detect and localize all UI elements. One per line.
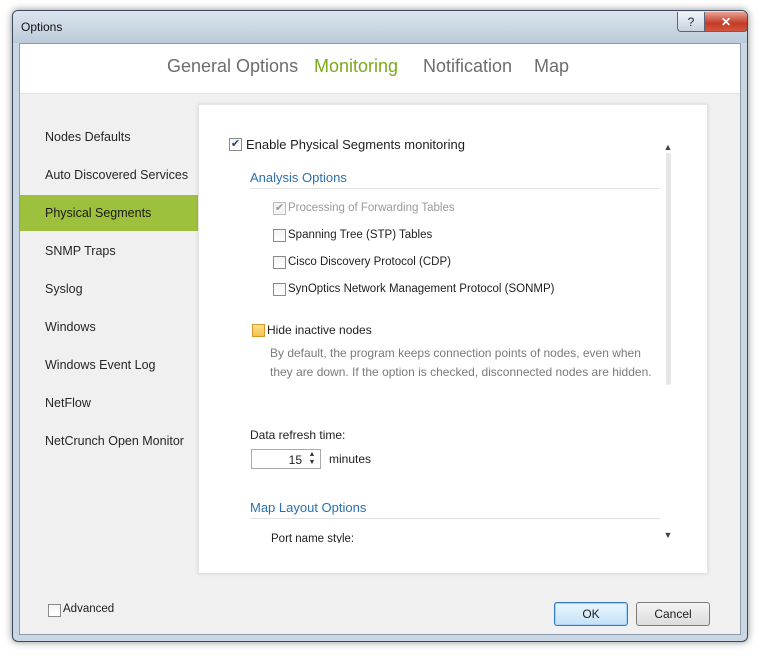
tab-general-options[interactable]: General Options	[167, 56, 298, 77]
port-name-style-clip: Port name style:	[271, 529, 471, 543]
sidebar-item-snmp-traps[interactable]: SNMP Traps	[20, 233, 200, 269]
stp-tables-checkbox[interactable]	[273, 229, 286, 242]
enable-monitoring-label: Enable Physical Segments monitoring	[246, 137, 465, 152]
settings-panel: ✔ Enable Physical Segments monitoring An…	[198, 104, 708, 574]
close-button[interactable]: ✕	[704, 12, 747, 32]
sidebar-item-label: Windows	[45, 320, 96, 334]
hide-inactive-description: By default, the program keeps connection…	[270, 346, 652, 379]
analysis-options-heading: Analysis Options	[250, 170, 347, 185]
sidebar-item-netcrunch-open-monitor[interactable]: NetCrunch Open Monitor	[20, 423, 200, 459]
refresh-time-stepper[interactable]: 15 ▲ ▼	[251, 449, 321, 469]
sidebar-item-label: Auto Discovered Services	[45, 168, 189, 182]
refresh-unit-label: minutes	[329, 452, 372, 466]
sidebar-item-syslog[interactable]: Syslog	[20, 271, 200, 307]
sidebar-item-label: Physical Segments	[45, 206, 152, 220]
tab-notification[interactable]: Notification	[423, 56, 512, 77]
sidebar-item-label: SNMP Traps	[45, 244, 116, 258]
dialog-client-area: General Options Monitoring Notification …	[19, 43, 741, 635]
port-name-style-label: Port name style:	[271, 533, 355, 543]
tab-monitoring[interactable]: Monitoring	[314, 56, 398, 77]
scroll-up-icon[interactable]: ▲	[662, 141, 674, 153]
ok-button[interactable]: OK	[554, 602, 628, 626]
hide-inactive-label: Hide inactive nodes	[267, 323, 372, 337]
sidebar-item-windows[interactable]: Windows	[20, 309, 200, 345]
advanced-label: Advanced	[63, 603, 115, 615]
sidebar-item-windows-event-log[interactable]: Windows Event Log	[20, 347, 200, 383]
window-title: Options	[21, 20, 63, 34]
sidebar-item-label: NetFlow	[45, 396, 91, 410]
help-icon: ?	[687, 14, 695, 29]
scrollbar-thumb[interactable]	[666, 153, 671, 385]
help-button[interactable]: ?	[677, 12, 705, 32]
sidebar-item-label: Windows Event Log	[45, 358, 156, 372]
cdp-label: Cisco Discovery Protocol (CDP)	[288, 256, 451, 268]
sonmp-checkbox[interactable]	[273, 283, 286, 296]
map-layout-heading: Map Layout Options	[250, 500, 367, 515]
sidebar-item-label: NetCrunch Open Monitor	[45, 434, 184, 448]
refresh-time-label: Data refresh time:	[250, 428, 346, 442]
close-icon: ✕	[720, 14, 732, 29]
forwarding-tables-checkbox[interactable]: ✔	[273, 202, 286, 215]
title-bar: Options ? ✕	[13, 11, 747, 43]
enable-monitoring-checkbox[interactable]: ✔	[229, 138, 242, 151]
sidebar-item-label: Syslog	[45, 282, 83, 296]
scroll-down-icon[interactable]: ▼	[662, 529, 674, 541]
options-window: Options ? ✕ General Options Monitoring N…	[12, 10, 748, 642]
sonmp-label: SynOptics Network Management Protocol (S…	[288, 283, 555, 295]
stepper-arrows-icon[interactable]: ▲ ▼	[306, 451, 318, 467]
sidebar-item-netflow[interactable]: NetFlow	[20, 385, 200, 421]
sidebar-item-auto-discovered-services[interactable]: Auto Discovered Services	[20, 157, 200, 193]
cdp-checkbox[interactable]	[273, 256, 286, 269]
sidebar-item-nodes-defaults[interactable]: Nodes Defaults	[20, 119, 200, 155]
forwarding-tables-label: Processing of Forwarding Tables	[288, 202, 455, 214]
tab-bar: General Options Monitoring Notification …	[20, 44, 740, 94]
hide-inactive-checkbox[interactable]	[252, 324, 265, 337]
tab-map[interactable]: Map	[534, 56, 569, 77]
sidebar-item-label: Nodes Defaults	[45, 130, 131, 144]
stp-tables-label: Spanning Tree (STP) Tables	[288, 229, 433, 241]
advanced-checkbox[interactable]	[48, 604, 61, 617]
cancel-button[interactable]: Cancel	[636, 602, 710, 626]
divider	[250, 188, 660, 189]
refresh-time-value: 15	[288, 453, 302, 467]
sidebar-item-physical-segments[interactable]: Physical Segments	[20, 195, 214, 231]
divider	[250, 518, 660, 519]
